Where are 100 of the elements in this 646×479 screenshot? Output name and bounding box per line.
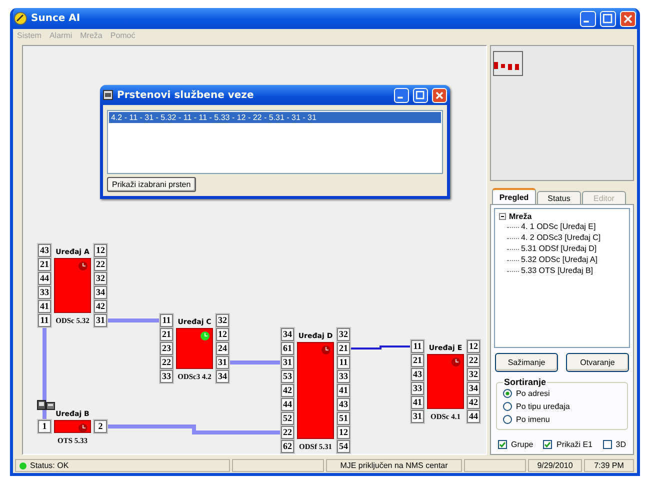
panel-button[interactable]: Sažimanje — [495, 353, 558, 372]
checkbox[interactable] — [498, 440, 507, 449]
port-label: 42 — [467, 396, 480, 409]
group-title: Sortiranje — [503, 377, 548, 387]
port-label: 22 — [467, 354, 480, 367]
port-label: 32 — [467, 368, 480, 381]
port-label: 43 — [38, 244, 51, 257]
device-body[interactable] — [176, 328, 213, 369]
port-label: 23 — [160, 342, 173, 355]
checkbox-label: 3D — [616, 440, 626, 449]
port-label: 41 — [38, 300, 51, 313]
port-label: 21 — [160, 328, 173, 341]
tree-item[interactable]: 5.32 ODSc [Uređaj A] — [521, 255, 598, 265]
port-label: 21 — [38, 258, 51, 271]
port-label: 34 — [94, 286, 107, 299]
port-label: 44 — [38, 272, 51, 285]
port-label: 12 — [216, 328, 229, 341]
port-label: 24 — [216, 342, 229, 355]
port-label: 34 — [281, 328, 294, 341]
connection-line — [351, 346, 410, 350]
app-icon — [103, 90, 113, 100]
dialog-title: Prstenovi službene veze — [117, 90, 255, 100]
port-label: 32 — [216, 314, 229, 327]
port-label: 12 — [337, 426, 350, 439]
port-label: 32 — [94, 272, 107, 285]
port-label: 53 — [281, 370, 294, 383]
close-icon[interactable] — [620, 10, 636, 26]
minimap-drawing — [493, 51, 523, 76]
checkbox-label: Grupe — [511, 440, 534, 449]
port-label: 32 — [337, 328, 350, 341]
port-label: 43 — [337, 398, 350, 411]
app-icon — [14, 12, 27, 25]
tree-item[interactable]: Mreža — [509, 212, 532, 221]
port-label: 33 — [337, 370, 350, 383]
port-label: 12 — [467, 340, 480, 353]
minimize-icon[interactable] — [580, 10, 596, 26]
port-label: 21 — [411, 354, 424, 367]
port-label: 62 — [281, 440, 294, 453]
port-label: 11 — [411, 340, 424, 353]
port-label: 31 — [281, 356, 294, 369]
status-text: Status: OK — [30, 461, 69, 470]
terminal-icon — [37, 400, 55, 410]
checkbox[interactable] — [543, 440, 552, 449]
tree-item[interactable]: 4. 1 ODSc [Uređaj E] — [521, 222, 596, 232]
port-label: 61 — [281, 342, 294, 355]
connection-line — [108, 318, 159, 322]
port-label: 1 — [38, 420, 51, 433]
port-label: 34 — [216, 370, 229, 383]
port-label: 33 — [38, 286, 51, 299]
port-label: 12 — [94, 244, 107, 257]
minimize-icon[interactable] — [394, 88, 409, 102]
checkbox-label: Prikaži E1 — [556, 440, 592, 449]
collapse-icon[interactable] — [499, 213, 506, 220]
port-label: 22 — [160, 356, 173, 369]
radio-button[interactable] — [503, 389, 512, 398]
tab[interactable]: Status — [537, 191, 581, 204]
port-label: 42 — [94, 300, 107, 313]
radio-button[interactable] — [503, 402, 512, 411]
status-icon — [19, 462, 27, 470]
maximize-icon[interactable] — [600, 10, 616, 26]
status-panel — [464, 459, 526, 472]
port-label: 52 — [281, 412, 294, 425]
panel-button[interactable]: Otvaranje — [566, 353, 629, 372]
port-label: 11 — [38, 314, 51, 327]
port-label: 21 — [337, 342, 350, 355]
port-label: 22 — [94, 258, 107, 271]
tab[interactable]: Pregled — [492, 188, 536, 204]
maximize-icon[interactable] — [413, 88, 428, 102]
radio-label: Po tipu uređaja — [516, 402, 570, 411]
port-label: 11 — [337, 356, 350, 369]
radio-label: Po adresi — [516, 389, 550, 398]
show-ring-button[interactable]: Prikaži izabrani prsten — [107, 177, 196, 192]
port-label: 22 — [281, 426, 294, 439]
port-label: 31 — [411, 410, 424, 423]
radio-button[interactable] — [503, 415, 512, 424]
tree-item[interactable]: 5.33 OTS [Uređaj B] — [521, 266, 594, 276]
connection-line — [230, 360, 280, 364]
window-title: Sunce AI — [31, 13, 82, 24]
tree-item[interactable]: 4. 2 ODSc3 [Uređaj C] — [521, 233, 601, 243]
port-label: 42 — [281, 384, 294, 397]
time-text: 7:39 PM — [594, 461, 624, 470]
port-label: 51 — [337, 412, 350, 425]
port-label: 43 — [411, 368, 424, 381]
port-label: 44 — [467, 410, 480, 423]
port-label: 31 — [94, 314, 107, 327]
close-icon[interactable] — [432, 88, 447, 102]
port-label: 44 — [281, 398, 294, 411]
connection-status: MJE priključen na NMS centar — [340, 461, 448, 470]
port-label: 11 — [160, 314, 173, 327]
port-label: 31 — [216, 356, 229, 369]
ring-item[interactable]: 4.2 - 11 - 31 - 5.32 - 11 - 11 - 5.33 - 12 - 22 - 5.31 - 31 - 31 — [109, 112, 441, 123]
port-label: 54 — [337, 440, 350, 453]
radio-label: Po imenu — [516, 415, 550, 424]
tree-item[interactable]: 5.31 ODSf [Uređaj D] — [521, 244, 597, 254]
checkbox[interactable] — [602, 440, 612, 449]
port-label: 2 — [94, 420, 107, 433]
port-label: 41 — [337, 384, 350, 397]
port-label: 33 — [160, 370, 173, 383]
port-label: 34 — [467, 382, 480, 395]
date-text: 9/29/2010 — [537, 461, 573, 470]
